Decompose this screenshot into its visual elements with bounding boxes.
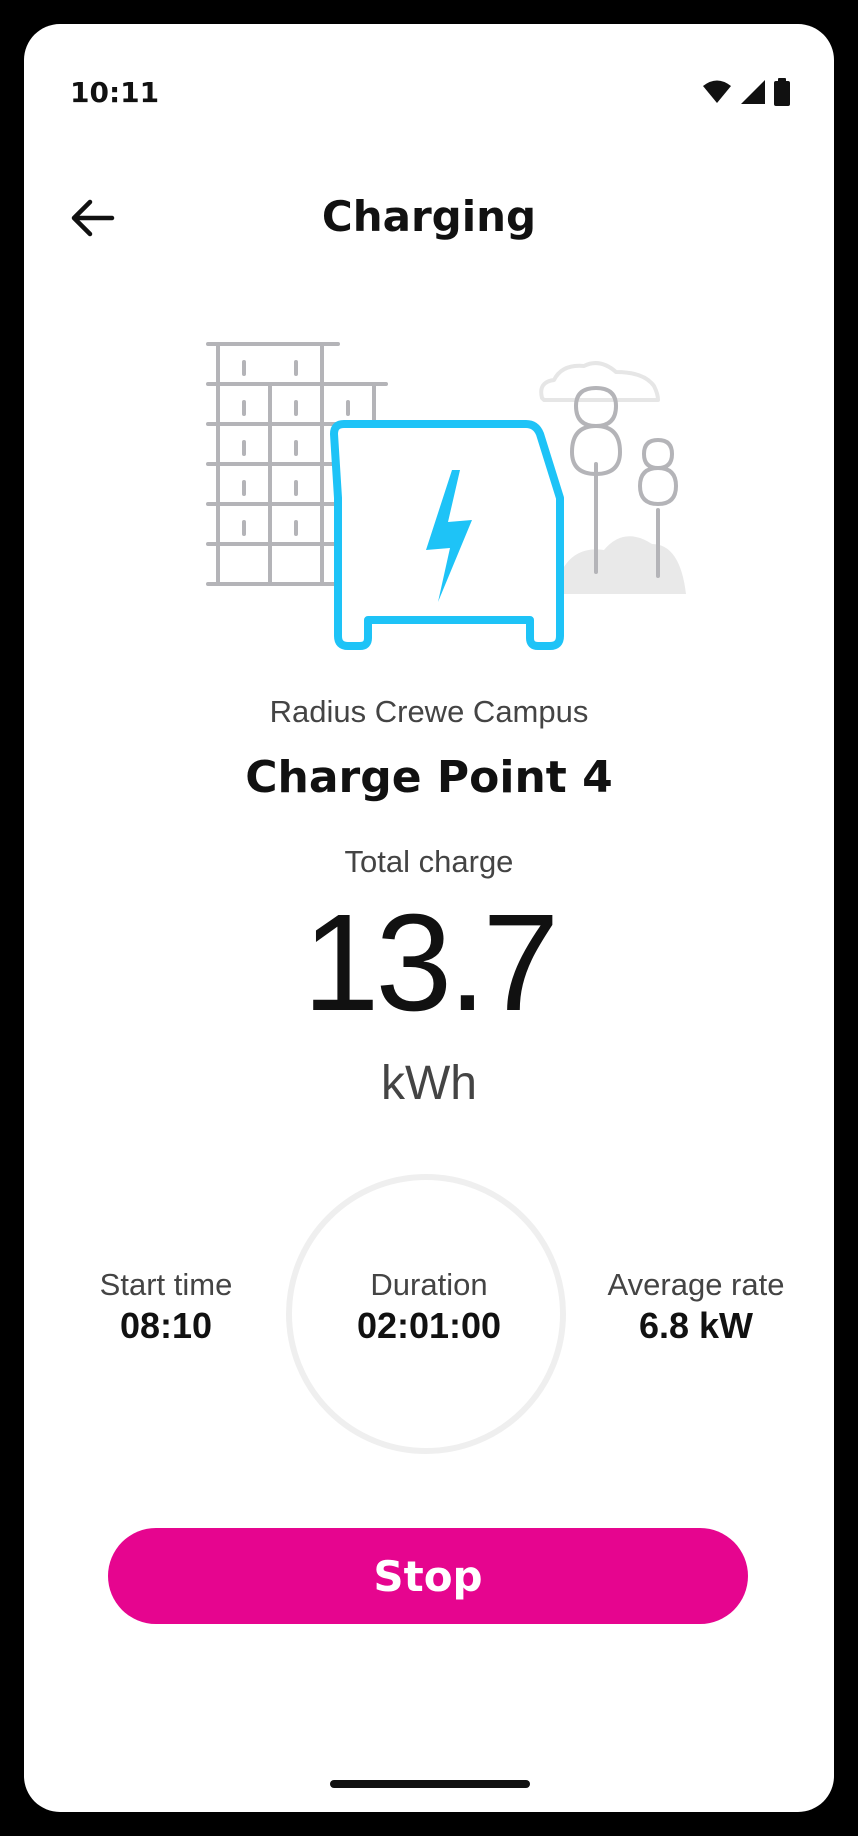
page-title: Charging bbox=[321, 192, 537, 241]
stop-button[interactable]: Stop bbox=[108, 1528, 748, 1624]
average-rate-value: 6.8 kW bbox=[638, 1305, 754, 1347]
session-stats: Start time 08:10 Duration 02:01:00 Avera… bbox=[24, 1174, 834, 1464]
duration-label: Duration bbox=[370, 1267, 488, 1302]
status-time: 10:11 bbox=[70, 76, 160, 109]
total-charge-label: Total charge bbox=[344, 844, 514, 879]
start-time-value: 08:10 bbox=[119, 1305, 213, 1347]
charge-point-name: Charge Point 4 bbox=[245, 752, 613, 803]
average-rate-label: Average rate bbox=[607, 1267, 785, 1302]
home-indicator[interactable] bbox=[330, 1780, 530, 1788]
start-time-stat: Start time 08:10 bbox=[46, 1266, 286, 1350]
status-bar: 10:11 bbox=[24, 24, 834, 124]
duration-stat: Duration 02:01:00 bbox=[309, 1266, 549, 1350]
start-time-label: Start time bbox=[99, 1267, 233, 1302]
average-rate-stat: Average rate 6.8 kW bbox=[576, 1266, 816, 1350]
app-bar: Charging bbox=[24, 174, 834, 264]
battery-icon bbox=[774, 78, 790, 111]
cloud-icon bbox=[539, 361, 660, 402]
total-charge-unit: kWh bbox=[381, 1057, 477, 1110]
bush-icon bbox=[554, 536, 686, 594]
location-name: Radius Crewe Campus bbox=[269, 694, 589, 729]
phone-screen: 10:11 Charging Radius Crewe Campus Charg… bbox=[24, 24, 834, 1812]
total-charge-value: 13.7 bbox=[302, 886, 560, 1040]
wifi-icon bbox=[702, 79, 732, 110]
charging-illustration bbox=[174, 314, 694, 664]
duration-value: 02:01:00 bbox=[356, 1305, 502, 1347]
cellular-signal-icon bbox=[740, 79, 766, 110]
status-icons bbox=[702, 78, 790, 111]
